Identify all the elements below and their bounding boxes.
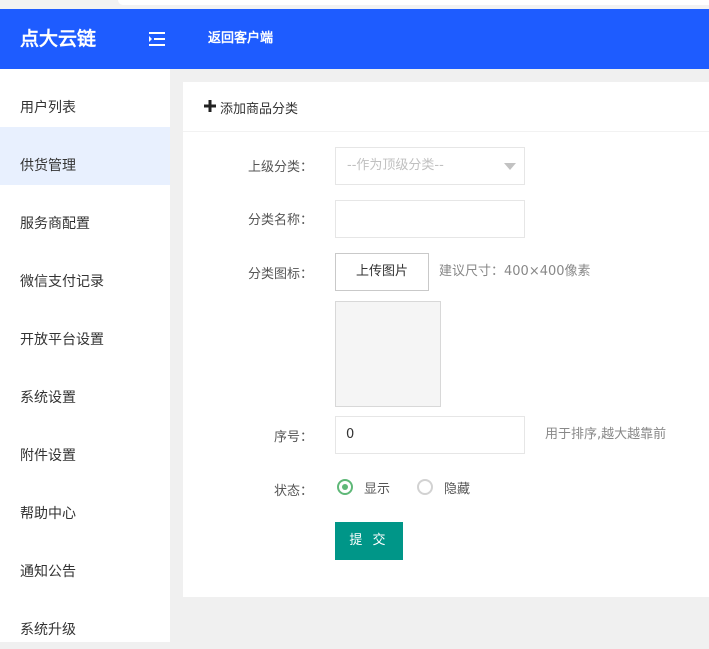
- parent-category-label: 上级分类：: [247, 160, 313, 175]
- status-show-label: 显示: [364, 482, 391, 497]
- sidebar-item-service-provider-config[interactable]: 服务商配置: [0, 185, 170, 243]
- sort-number-value: 0: [346, 427, 355, 442]
- radio-unchecked-icon: [417, 479, 433, 495]
- category-name-label: 分类名称：: [247, 213, 313, 228]
- sidebar-item-supply-management[interactable]: 供货管理: [0, 127, 170, 185]
- submit-button[interactable]: 提 交: [335, 522, 403, 560]
- sort-number-input[interactable]: 0: [335, 416, 525, 454]
- status-label: 状态：: [273, 484, 313, 499]
- panel-header: 添加商品分类: [183, 82, 709, 132]
- sidebar-item-user-list[interactable]: 用户列表: [0, 69, 170, 127]
- sidebar: 用户列表 供货管理 服务商配置 微信支付记录 开放平台设置 系统设置 附件设置 …: [0, 69, 170, 642]
- parent-category-select[interactable]: --作为顶级分类--: [335, 147, 525, 185]
- menu-toggle-icon[interactable]: [148, 30, 168, 48]
- status-hide-radio[interactable]: 隐藏: [417, 479, 487, 499]
- sidebar-item-notices[interactable]: 通知公告: [0, 533, 170, 591]
- back-to-client-link[interactable]: 返回客户端: [208, 9, 273, 69]
- sidebar-item-attachment-settings[interactable]: 附件设置: [0, 417, 170, 475]
- sidebar-item-open-platform-settings[interactable]: 开放平台设置: [0, 301, 170, 359]
- radio-checked-icon: [337, 479, 353, 495]
- browser-tab-edge: [118, 0, 709, 5]
- form-panel: 添加商品分类 上级分类： --作为顶级分类-- 分类名称： 分类图标： 上传图片…: [183, 82, 709, 597]
- sort-label: 序号：: [273, 430, 313, 445]
- plus-icon: [204, 100, 216, 112]
- sort-hint: 用于排序,越大越靠前: [545, 427, 667, 442]
- upload-image-button[interactable]: 上传图片: [335, 253, 429, 291]
- category-name-input[interactable]: [335, 200, 525, 238]
- status-show-radio[interactable]: 显示: [337, 479, 407, 499]
- app-logo: 点大云链: [20, 28, 97, 50]
- upload-size-hint: 建议尺寸：400×400像素: [439, 264, 591, 279]
- category-icon-label: 分类图标：: [247, 267, 313, 282]
- panel-title: 添加商品分类: [220, 102, 299, 117]
- sidebar-item-help-center[interactable]: 帮助中心: [0, 475, 170, 533]
- sidebar-item-wechat-pay-records[interactable]: 微信支付记录: [0, 243, 170, 301]
- status-hide-label: 隐藏: [444, 482, 471, 497]
- sidebar-item-system-upgrade[interactable]: 系统升级: [0, 591, 170, 649]
- image-preview: [335, 301, 441, 407]
- browser-top-strip: [0, 0, 709, 9]
- top-header: 点大云链 返回客户端: [0, 9, 709, 69]
- dropdown-arrow-icon: [504, 163, 516, 170]
- sidebar-item-system-settings[interactable]: 系统设置: [0, 359, 170, 417]
- parent-category-placeholder: --作为顶级分类--: [347, 158, 444, 173]
